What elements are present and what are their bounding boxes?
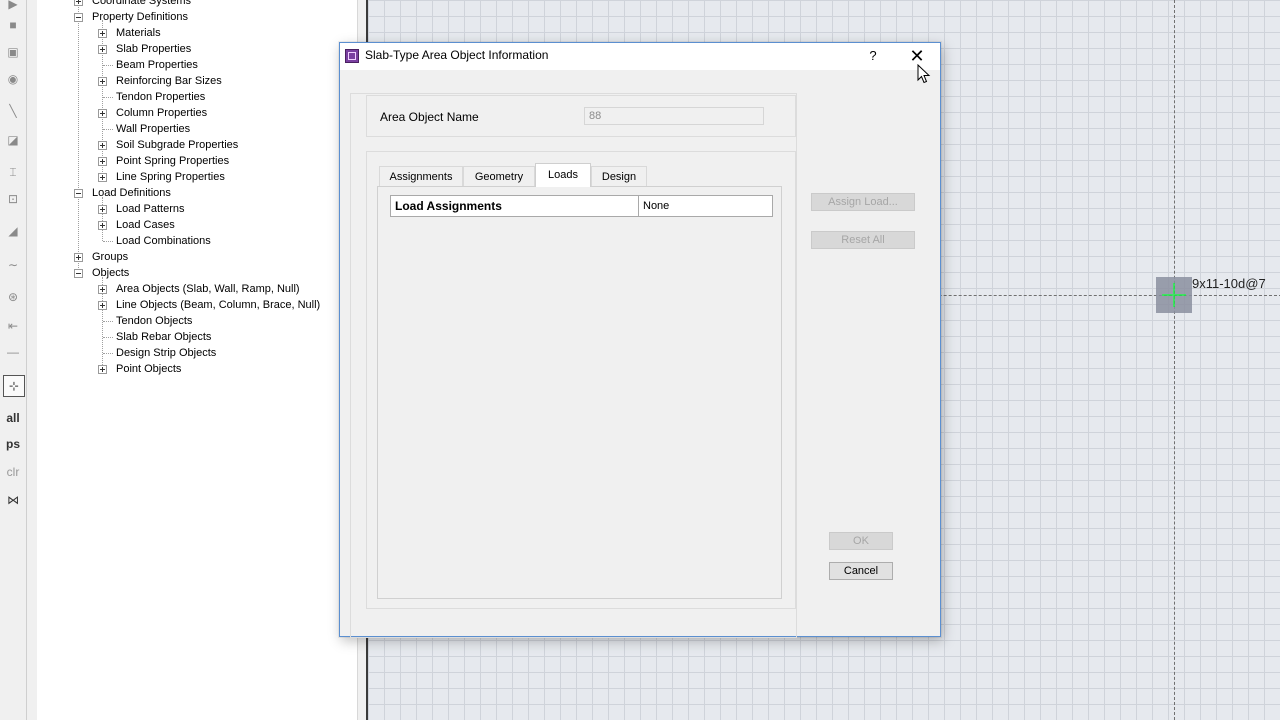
divider-tool-icon[interactable]: —: [3, 342, 23, 362]
tree-expand-toggle[interactable]: [98, 301, 107, 310]
assign-load-button[interactable]: Assign Load...: [811, 193, 915, 211]
load-assignments-grid-header: Load Assignments None: [390, 195, 773, 217]
tree-item-slab-properties[interactable]: Slab Properties: [116, 41, 191, 57]
tree-connector: [102, 197, 104, 241]
frame-tool-icon[interactable]: ⊡: [3, 189, 23, 209]
select-all-button[interactable]: all: [3, 408, 23, 428]
tree-item-reinforcing-bar-sizes[interactable]: Reinforcing Bar Sizes: [116, 73, 222, 89]
column-tool-icon[interactable]: ⌶: [3, 162, 23, 182]
tree-item-objects[interactable]: Objects: [92, 265, 129, 281]
tree-item-tendon-properties[interactable]: Tendon Properties: [116, 89, 205, 105]
tree-expand-toggle[interactable]: [98, 157, 107, 166]
rectangle-tool-icon[interactable]: ■: [3, 15, 23, 35]
tree-item-coordinate-systems[interactable]: Coordinate Systems: [92, 0, 191, 9]
left-toolbar: ▶ ■ ▣ ◉ ╲ ◪ ⌶ ⊡ ◢ ∼ ⊛ ⇤ — ⊹ all ps clr ⋈: [0, 0, 27, 720]
tree-connector: [103, 241, 113, 243]
intersect-select-icon[interactable]: ⋈: [3, 490, 23, 510]
line-tool-icon[interactable]: ╲: [3, 101, 23, 121]
mouse-cursor-icon: [917, 64, 931, 84]
tree-expand-toggle[interactable]: [98, 365, 107, 374]
tree-item-point-spring-properties[interactable]: Point Spring Properties: [116, 153, 229, 169]
grid-select-icon[interactable]: ⊹: [3, 375, 25, 397]
tree-connector: [78, 0, 80, 274]
wall-tool-icon[interactable]: ◢: [3, 221, 23, 241]
tree-connector: [103, 353, 113, 355]
tree-item-load-cases[interactable]: Load Cases: [116, 217, 175, 233]
tree-collapse-toggle[interactable]: [74, 13, 83, 22]
tree-expand-toggle[interactable]: [98, 205, 107, 214]
point-tool-icon[interactable]: ⊛: [3, 287, 23, 307]
tree-collapse-toggle[interactable]: [74, 269, 83, 278]
tree-item-area-objects[interactable]: Area Objects (Slab, Wall, Ramp, Null): [116, 281, 300, 297]
tab-assignments[interactable]: Assignments: [379, 166, 463, 186]
tree-item-load-definitions[interactable]: Load Definitions: [92, 185, 171, 201]
point-object-label: 9x11-10d@7: [1192, 276, 1266, 291]
tree-expand-toggle[interactable]: [98, 45, 107, 54]
load-assignments-column-header: Load Assignments: [395, 199, 502, 213]
dialog-titlebar[interactable]: Slab-Type Area Object Information ? ✕: [340, 43, 940, 70]
tree-connector: [103, 337, 113, 339]
tree-item-groups[interactable]: Groups: [92, 249, 128, 265]
column-divider: [638, 196, 639, 216]
app-icon: [345, 49, 359, 63]
tree-expand-toggle[interactable]: [98, 221, 107, 230]
tree-expand-toggle[interactable]: [98, 173, 107, 182]
tree-item-tendon-objects[interactable]: Tendon Objects: [116, 313, 192, 329]
tree-expand-toggle[interactable]: [98, 285, 107, 294]
ok-button[interactable]: OK: [829, 532, 893, 550]
tree-item-beam-properties[interactable]: Beam Properties: [116, 57, 198, 73]
tree-collapse-toggle[interactable]: [74, 189, 83, 198]
cancel-button[interactable]: Cancel: [829, 562, 893, 580]
grid-line: [1174, 0, 1175, 720]
area-object-name-label: Area Object Name: [380, 110, 479, 124]
slab-area-object-dialog: Slab-Type Area Object Information ? ✕ Ar…: [339, 42, 941, 638]
tab-geometry[interactable]: Geometry: [463, 166, 535, 186]
circle-tool-icon[interactable]: ◉: [3, 69, 23, 89]
tree-item-load-combinations[interactable]: Load Combinations: [116, 233, 211, 249]
model-explorer-tree: Coordinate Systems Property Definitions …: [37, 0, 357, 720]
tree-item-wall-properties[interactable]: Wall Properties: [116, 121, 190, 137]
area-object-name-field: 88: [584, 107, 764, 125]
tree-item-materials[interactable]: Materials: [116, 25, 161, 41]
brace-tool-icon[interactable]: ◪: [3, 130, 23, 150]
tree-expand-toggle[interactable]: [98, 109, 107, 118]
reset-all-button[interactable]: Reset All: [811, 231, 915, 249]
tree-item-line-objects[interactable]: Line Objects (Beam, Column, Brace, Null): [116, 297, 320, 313]
tree-item-property-definitions[interactable]: Property Definitions: [92, 9, 188, 25]
tree-connector: [103, 321, 113, 323]
dimension-tool-icon[interactable]: ⇤: [3, 316, 23, 336]
tree-item-slab-rebar-objects[interactable]: Slab Rebar Objects: [116, 329, 211, 345]
area-tool-icon[interactable]: ▣: [3, 42, 23, 62]
tree-item-column-properties[interactable]: Column Properties: [116, 105, 207, 121]
tree-expand-toggle[interactable]: [98, 77, 107, 86]
tab-loads[interactable]: Loads: [535, 163, 591, 187]
clear-selection-button[interactable]: clr: [3, 462, 23, 482]
dialog-title: Slab-Type Area Object Information: [365, 48, 549, 62]
tree-connector: [103, 97, 113, 99]
toolbar-spacer: [27, 0, 37, 720]
tree-item-point-objects[interactable]: Point Objects: [116, 361, 181, 377]
tree-expand-toggle[interactable]: [98, 141, 107, 150]
previous-selection-button[interactable]: ps: [3, 434, 23, 454]
tendon-tool-icon[interactable]: ∼: [3, 255, 23, 275]
load-assignments-value-cell[interactable]: None: [643, 200, 669, 212]
tree-expand-toggle[interactable]: [98, 29, 107, 38]
tree-item-soil-subgrade-properties[interactable]: Soil Subgrade Properties: [116, 137, 238, 153]
selected-point-marker[interactable]: [1156, 277, 1192, 313]
loads-tab-panel: Load Assignments None: [377, 186, 782, 599]
tree-connector: [103, 129, 113, 131]
tab-design[interactable]: Design: [591, 166, 647, 186]
tree-expand-toggle[interactable]: [74, 253, 83, 262]
tree-expand-toggle[interactable]: [74, 0, 83, 6]
help-button[interactable]: ?: [860, 45, 886, 67]
draw-tool-icon[interactable]: ▶: [3, 0, 23, 14]
tree-connector: [103, 65, 113, 67]
tree-item-line-spring-properties[interactable]: Line Spring Properties: [116, 169, 225, 185]
tree-item-design-strip-objects[interactable]: Design Strip Objects: [116, 345, 216, 361]
tree-item-load-patterns[interactable]: Load Patterns: [116, 201, 185, 217]
